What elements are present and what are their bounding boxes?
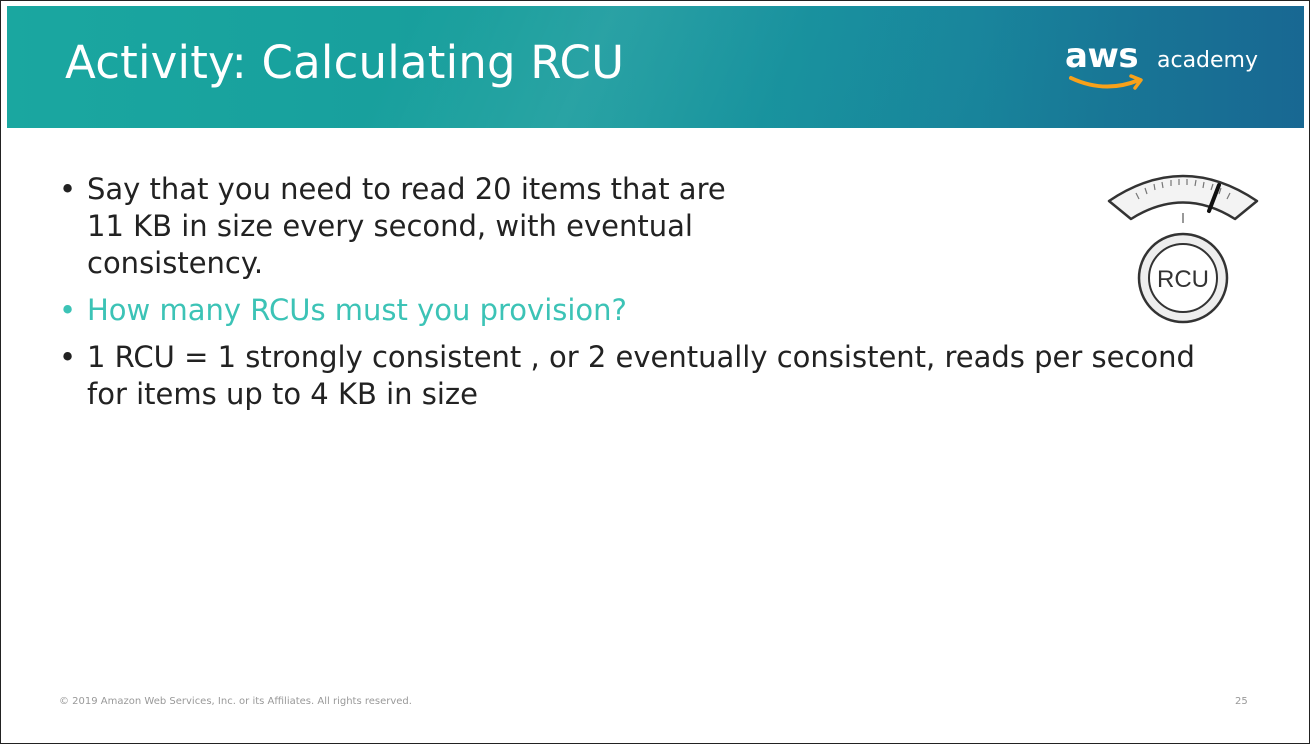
bullet-item: • Say that you need to read 20 items tha… bbox=[59, 172, 726, 280]
bullet-text: 1 RCU = 1 strongly consistent , or 2 eve… bbox=[87, 340, 1195, 411]
bullet-item-question: • How many RCUs must you provision? bbox=[59, 293, 627, 327]
logo-academy-text: academy bbox=[1157, 48, 1259, 73]
copyright-footer: © 2019 Amazon Web Services, Inc. or its … bbox=[59, 696, 412, 707]
aws-academy-logo: aws academy bbox=[1065, 36, 1265, 106]
slide-title: Activity: Calculating RCU bbox=[65, 36, 625, 89]
gauge-icon: RCU bbox=[1107, 174, 1259, 324]
bullet-text: Say that you need to read 20 items that … bbox=[87, 172, 726, 280]
bullet-list: • Say that you need to read 20 items tha… bbox=[59, 171, 1239, 423]
gauge-label: RCU bbox=[1157, 266, 1209, 293]
page-number: 25 bbox=[1235, 696, 1248, 707]
title-banner: Activity: Calculating RCU aws academy bbox=[7, 6, 1304, 128]
bullet-text: How many RCUs must you provision? bbox=[87, 293, 627, 327]
amazon-smile-icon bbox=[1069, 74, 1143, 90]
bullet-item: • 1 RCU = 1 strongly consistent , or 2 e… bbox=[59, 340, 1195, 411]
logo-aws-text: aws bbox=[1065, 36, 1139, 76]
slide: Activity: Calculating RCU aws academy • … bbox=[0, 0, 1310, 744]
